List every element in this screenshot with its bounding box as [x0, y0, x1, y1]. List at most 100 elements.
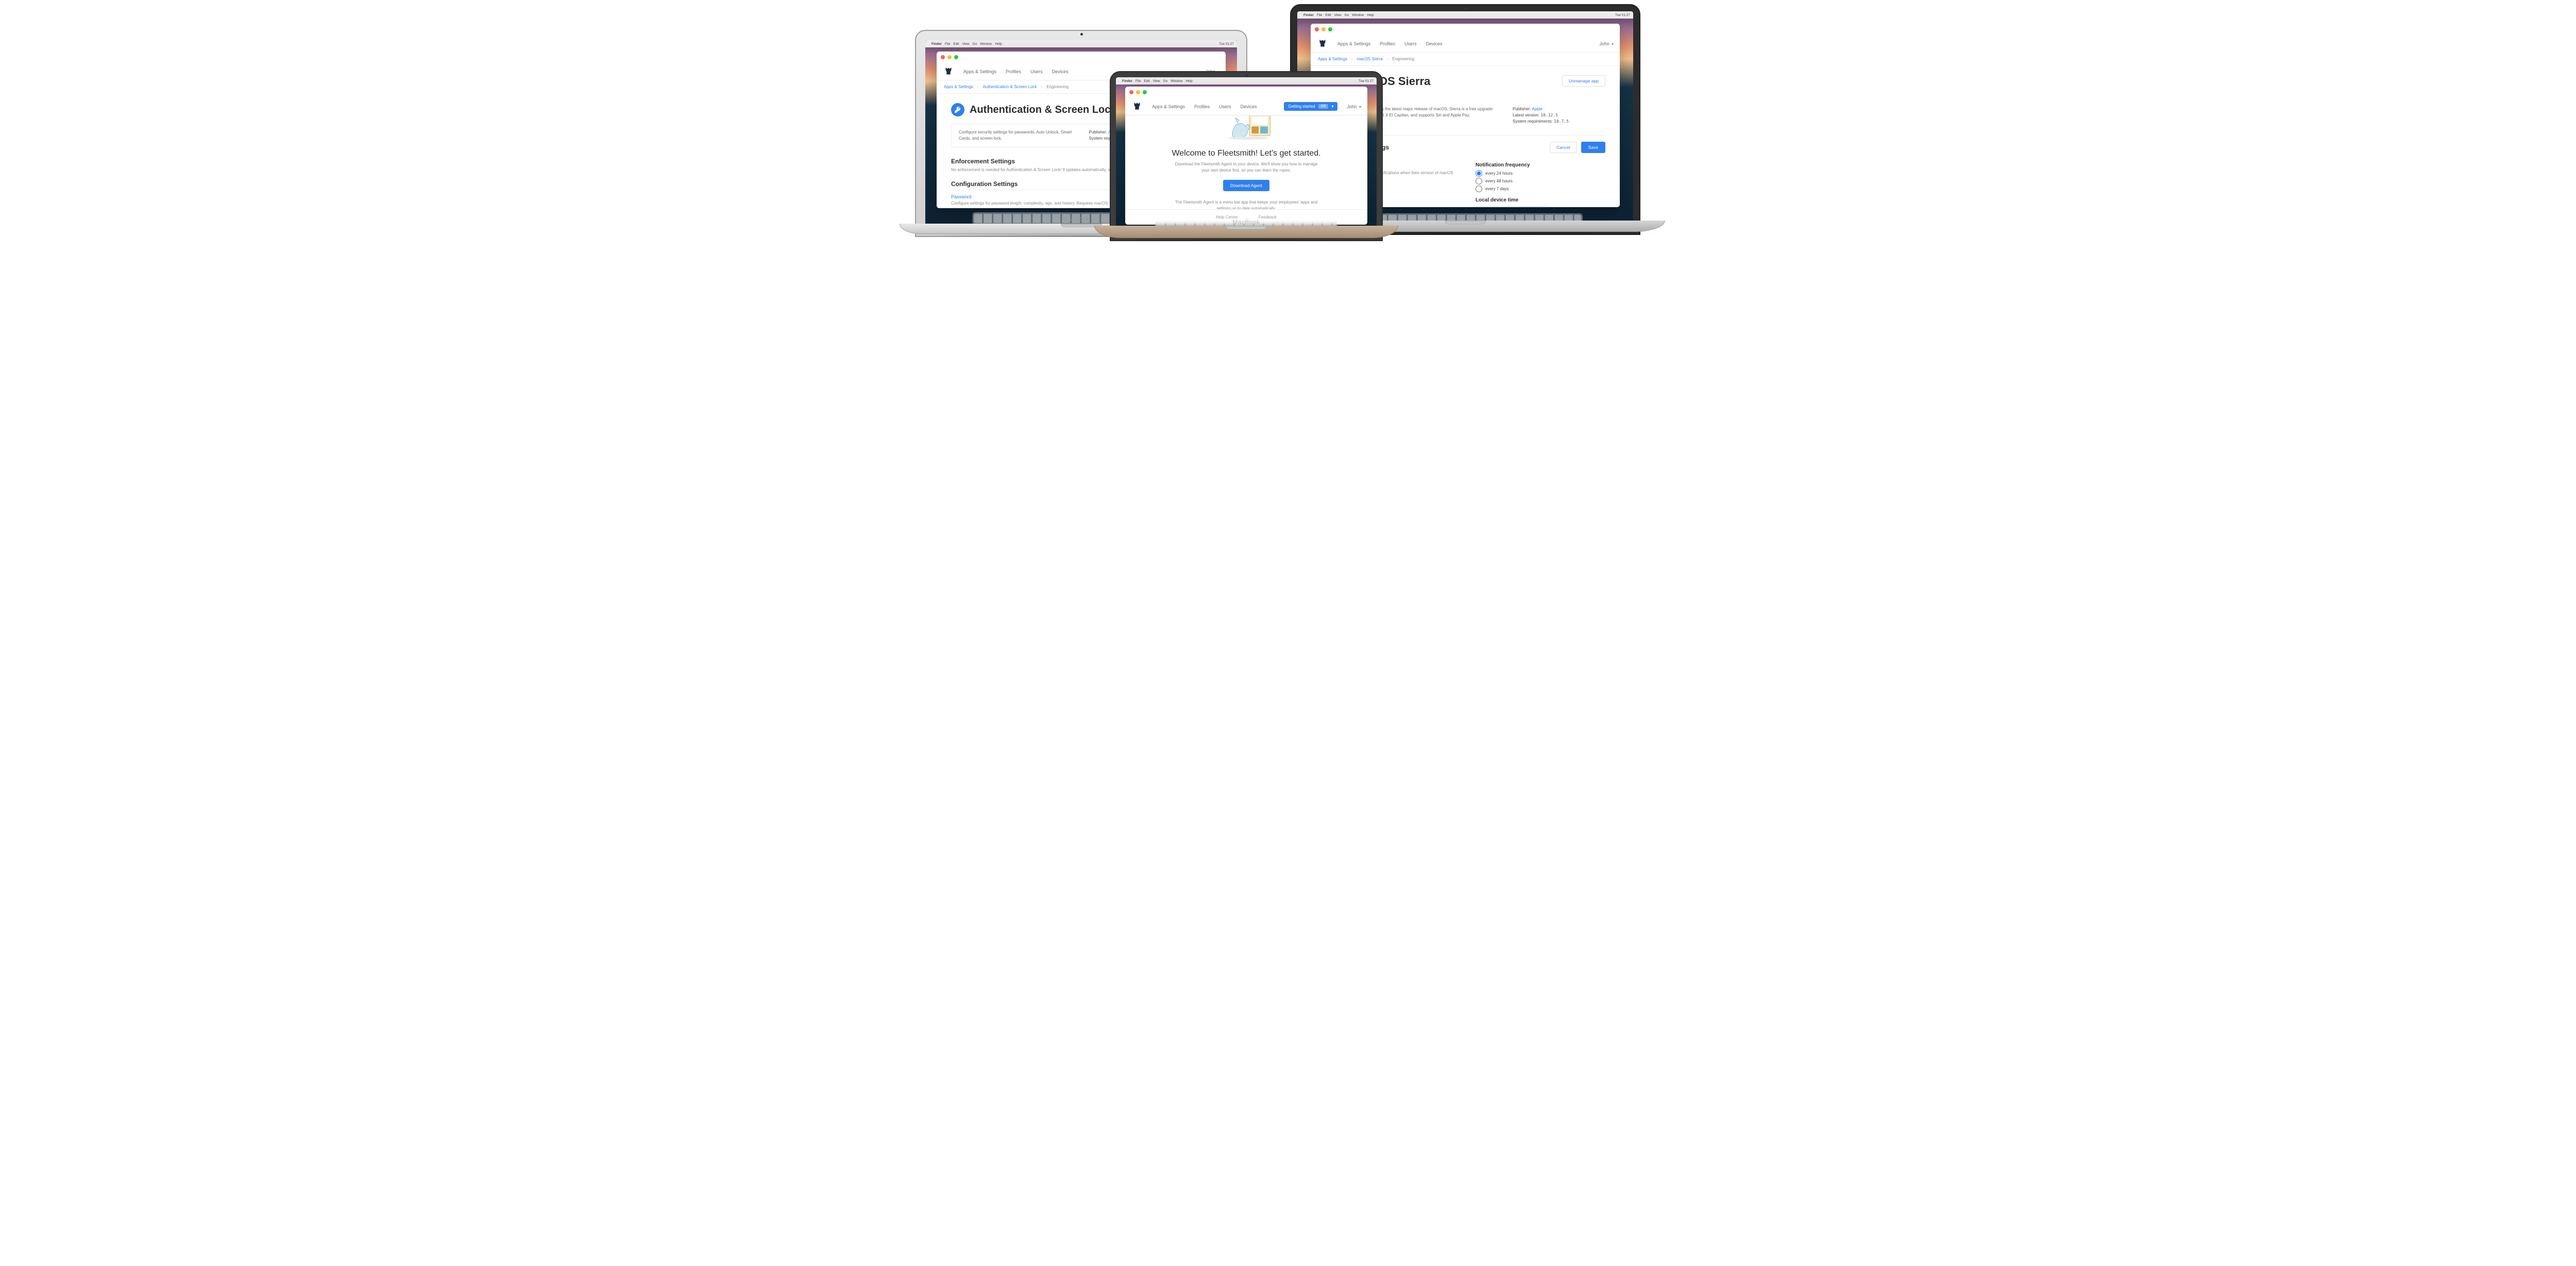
freq-radio-48h[interactable]: every 48 hours [1476, 178, 1605, 184]
menubar-clock: Tue 01:27 [1219, 42, 1234, 46]
fleetsmith-logo-icon[interactable] [1317, 38, 1328, 49]
breadcrumb-item[interactable]: Engineering [1046, 85, 1069, 89]
nav-users[interactable]: Users [1219, 104, 1231, 109]
menubar-item[interactable]: Go [973, 42, 977, 46]
breadcrumb-item[interactable]: Apps & Settings [1318, 57, 1347, 61]
breadcrumb: Apps & Settings macOS Sierra Engineering [1311, 53, 1620, 66]
minimize-icon[interactable] [947, 55, 952, 59]
menubar-item[interactable]: Edit [953, 42, 959, 46]
menubar-app[interactable]: Finder [931, 42, 942, 46]
app-window-welcome: Apps & Settings Profiles Users Devices G… [1125, 87, 1367, 225]
macos-menubar: Finder File Edit View Go Window Help Tue… [1297, 11, 1633, 19]
user-name: John [1599, 41, 1609, 46]
menubar-item[interactable]: Window [980, 42, 992, 46]
chevron-down-icon [1359, 104, 1361, 109]
latest-version-value: 10.12.5 [1540, 113, 1558, 117]
minimize-icon[interactable] [1321, 27, 1326, 31]
macos-menubar: Finder File Edit View Go Window Help Tue… [925, 40, 1237, 47]
nav-profiles[interactable]: Profiles [1194, 104, 1210, 109]
menubar-item[interactable]: Go [1345, 13, 1349, 17]
user-name: John [1347, 104, 1357, 109]
radio-input[interactable] [1476, 170, 1482, 177]
getting-started-badge: 0/5 [1318, 104, 1329, 109]
nav-apps-settings[interactable]: Apps & Settings [963, 69, 996, 74]
menubar-item[interactable]: File [1317, 13, 1322, 17]
menubar-item[interactable]: File [1136, 79, 1141, 83]
welcome-title: Welcome to Fleetsmith! Let's get started… [1172, 149, 1320, 158]
freq-radio-24h[interactable]: every 24 hours [1476, 170, 1605, 177]
save-button[interactable]: Save [1581, 142, 1605, 153]
macos-desktop: Finder File Edit View Go Window Help Tue… [1116, 77, 1377, 235]
sysreq-value: 10.7.5 [1554, 119, 1569, 124]
menubar-item[interactable]: View [1334, 13, 1342, 17]
menubar-item[interactable]: Help [1185, 79, 1192, 83]
menubar-item[interactable]: Edit [1144, 79, 1149, 83]
frequency-title: Notification frequency [1476, 162, 1605, 168]
cancel-button[interactable]: Cancel [1550, 142, 1577, 153]
user-menu[interactable]: John [1347, 104, 1361, 109]
radio-input[interactable] [1476, 178, 1482, 184]
nav-devices[interactable]: Devices [1426, 41, 1443, 46]
download-agent-button[interactable]: Download Agent [1223, 180, 1269, 191]
key-icon [951, 103, 964, 116]
breadcrumb-item[interactable]: Authentication & Screen Lock [983, 85, 1037, 89]
app-version: 10.12.5 [1356, 89, 1555, 94]
nav-devices[interactable]: Devices [1241, 104, 1257, 109]
chevron-down-icon [1612, 41, 1614, 46]
breadcrumb-item[interactable]: macOS Sierra [1357, 57, 1383, 61]
menubar-item[interactable]: Window [1352, 13, 1364, 17]
getting-started-label: Getting started [1288, 104, 1315, 109]
menubar-clock: Tue 01:27 [1615, 13, 1630, 17]
nav-profiles[interactable]: Profiles [1006, 69, 1021, 74]
minimize-icon[interactable] [1136, 90, 1140, 94]
localtime-title: Local device time [1476, 197, 1605, 203]
app-description: Configure security settings for password… [959, 129, 1074, 142]
welcome-text-2: The Fleetsmith Agent is a menu bar app t… [1174, 199, 1318, 209]
device-label: MacBook Air [1062, 215, 1100, 223]
nav-devices[interactable]: Devices [1052, 69, 1069, 74]
fleetsmith-logo-icon[interactable] [943, 66, 954, 77]
device-macbook: Finder File Edit View Go Window Help Tue… [1110, 71, 1383, 241]
macos-menubar: Finder File Edit View Go Window Help Tue… [1116, 77, 1377, 85]
nav-apps-settings[interactable]: Apps & Settings [1152, 104, 1185, 109]
localtime-select[interactable]: 12 noon [1476, 206, 1548, 207]
feedback-link[interactable]: Feedback [1259, 215, 1277, 220]
user-menu[interactable]: John [1599, 41, 1614, 46]
window-traffic-lights[interactable] [1311, 24, 1620, 35]
window-traffic-lights[interactable] [1125, 87, 1367, 98]
menubar-item[interactable]: Help [1367, 13, 1374, 17]
camera-dot [1245, 74, 1248, 77]
menubar-item[interactable]: Edit [1325, 13, 1331, 17]
fleetsmith-logo-icon[interactable] [1131, 101, 1143, 112]
close-icon[interactable] [941, 55, 945, 59]
maximize-icon[interactable] [1143, 90, 1147, 94]
close-icon[interactable] [1315, 27, 1319, 31]
menubar-app[interactable]: Finder [1122, 79, 1132, 83]
maximize-icon[interactable] [954, 55, 958, 59]
menubar-item[interactable]: View [1153, 79, 1160, 83]
nav-users[interactable]: Users [1404, 41, 1417, 46]
publisher-link[interactable]: Apple [1532, 107, 1542, 111]
freq-radio-7d[interactable]: every 7 days [1476, 185, 1605, 192]
camera-dot [1080, 33, 1083, 36]
nav-profiles[interactable]: Profiles [1380, 41, 1395, 46]
welcome-illustration [1215, 115, 1277, 143]
menubar-item[interactable]: Go [1163, 79, 1168, 83]
radio-input[interactable] [1476, 185, 1482, 192]
breadcrumb-item[interactable]: Apps & Settings [944, 85, 973, 89]
close-icon[interactable] [1129, 90, 1133, 94]
device-label: MacBook [1232, 218, 1260, 226]
page-title: Authentication & Screen Lock [970, 104, 1116, 116]
menubar-item[interactable]: Window [1171, 79, 1182, 83]
window-traffic-lights[interactable] [937, 52, 1226, 63]
menubar-item[interactable]: File [945, 42, 950, 46]
unmanage-app-button[interactable]: Unmanage app [1562, 75, 1605, 87]
nav-apps-settings[interactable]: Apps & Settings [1337, 41, 1370, 46]
nav-users[interactable]: Users [1030, 69, 1043, 74]
getting-started-button[interactable]: Getting started 0/5 ▾ [1284, 102, 1337, 111]
menubar-item[interactable]: View [962, 42, 970, 46]
maximize-icon[interactable] [1328, 27, 1332, 31]
menubar-item[interactable]: Help [995, 42, 1002, 46]
menubar-app[interactable]: Finder [1303, 13, 1314, 17]
breadcrumb-item[interactable]: Engineering [1393, 57, 1415, 61]
